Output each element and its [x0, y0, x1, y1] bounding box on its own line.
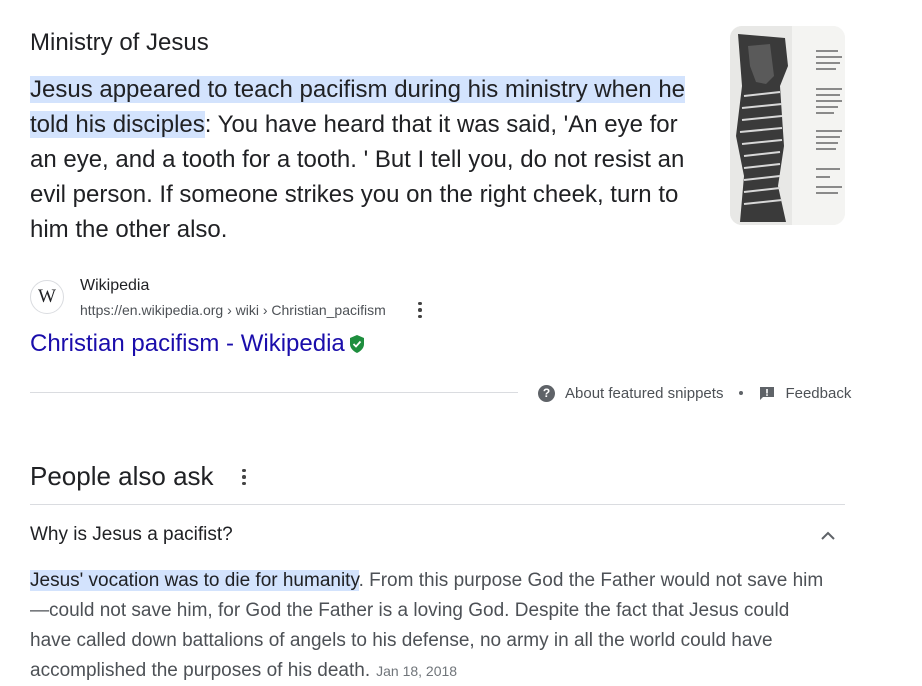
divider — [30, 504, 845, 505]
source-name[interactable]: Wikipedia — [80, 277, 149, 295]
people-also-ask-heading: People also ask — [30, 461, 214, 491]
divider — [30, 392, 518, 393]
snippet-text: Jesus appeared to teach pacifism during … — [30, 72, 710, 247]
source-url[interactable]: https://en.wikipedia.org › wiki › Christ… — [80, 302, 386, 318]
snippet-footer: ? About featured snippets Feedback — [538, 384, 851, 402]
verified-badge-icon — [348, 334, 366, 354]
paa-answer-date: Jan 18, 2018 — [376, 663, 458, 679]
snippet-thumbnail[interactable] — [730, 26, 845, 225]
feedback-link[interactable]: Feedback — [785, 385, 851, 402]
kebab-menu-icon[interactable] — [411, 300, 429, 320]
feedback-icon[interactable] — [759, 386, 775, 401]
chevron-up-icon[interactable] — [818, 526, 838, 546]
about-snippets-link[interactable]: About featured snippets — [565, 385, 723, 402]
paa-question[interactable]: Why is Jesus a pacifist? — [30, 524, 233, 546]
source-url-text[interactable]: https://en.wikipedia.org › wiki › Christ… — [80, 302, 386, 318]
separator-dot — [739, 391, 744, 395]
paa-answer: Jesus' vocation was to die for humanity.… — [30, 566, 830, 686]
result-link[interactable]: Christian pacifism - Wikipedia — [30, 330, 366, 358]
wikipedia-icon[interactable]: W — [30, 280, 64, 314]
help-icon[interactable]: ? — [538, 384, 555, 402]
snippet-heading: Ministry of Jesus — [30, 29, 209, 56]
paa-kebab-menu-icon[interactable] — [235, 467, 253, 487]
result-link-text[interactable]: Christian pacifism - Wikipedia — [30, 330, 345, 358]
paa-answer-highlight: Jesus' vocation was to die for humanity — [30, 570, 359, 591]
